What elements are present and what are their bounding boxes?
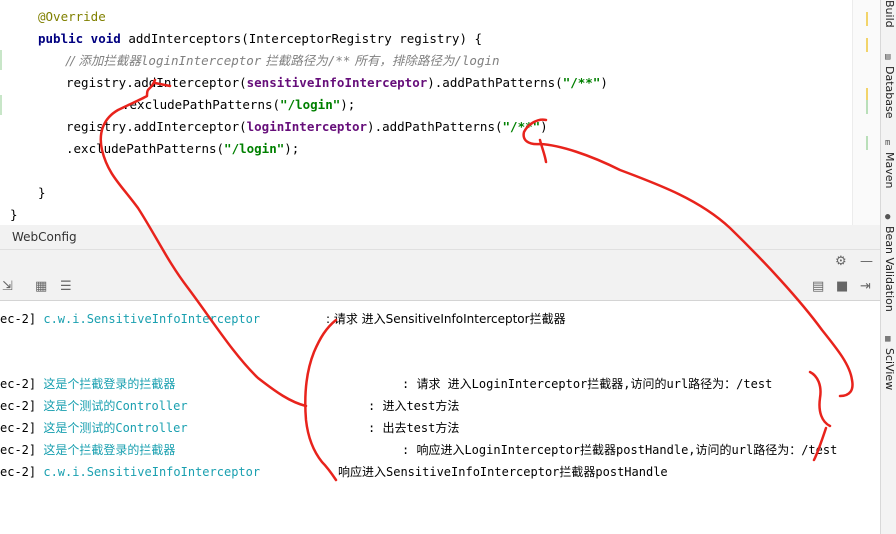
console-output[interactable]: ec-2] c.w.i.SensitiveInfoInterceptor : 请… — [0, 301, 880, 534]
minimize-icon[interactable]: — — [860, 252, 873, 272]
log-message: : 响应进入LoginInterceptor拦截器postHandle,访问的u… — [402, 443, 838, 457]
field-sensitive-info-interceptor: sensitiveInfoInterceptor — [246, 75, 428, 90]
change-marker — [0, 50, 2, 70]
closing-brace: } — [38, 185, 46, 200]
log-message: : 请求 进入SensitiveInfoInterceptor拦截器 — [326, 312, 566, 326]
string-literal: "/**" — [562, 75, 601, 90]
comment-text: 所有，排除路径为 — [350, 53, 455, 68]
log-prefix: ec-2] — [0, 465, 37, 479]
warning-marker[interactable] — [866, 12, 868, 26]
log-prefix: ec-2] — [0, 312, 37, 326]
log-prefix: ec-2] — [0, 421, 37, 435]
tool-window-sciview[interactable]: SciView — [880, 348, 896, 390]
code-line-override: @Override — [38, 7, 106, 27]
tool-window-database[interactable]: Database — [880, 66, 896, 119]
code-line-signature: public void addInterceptors(InterceptorR… — [38, 29, 482, 49]
code-line-login-add: registry.addInterceptor(loginInterceptor… — [66, 117, 548, 137]
log-line: ec-2] c.w.i.SensitiveInfoInterceptor — [0, 464, 260, 480]
log-source: 这是个拦截登录的拦截器 — [43, 443, 176, 457]
code-line-comment: // 添加拦截器loginInterceptor 拦截路径为/** 所有，排除路… — [66, 51, 500, 71]
log-message: : 出去test方法 — [368, 421, 460, 435]
log-line: ec-2] c.w.i.SensitiveInfoInterceptor — [0, 311, 260, 327]
code-editor[interactable]: @Override public void addInterceptors(In… — [0, 0, 852, 225]
log-source: 这是个拦截登录的拦截器 — [43, 377, 176, 391]
code-text: ); — [340, 97, 356, 112]
code-text: .excludePathPatterns( — [66, 141, 225, 156]
change-marker — [0, 95, 2, 115]
tool-window-build[interactable]: Build — [880, 0, 896, 28]
maven-icon: m — [885, 138, 891, 148]
code-line-sensitive-exclude: .excludePathPatterns("/login"); — [122, 95, 355, 115]
comment-text: 拦截路径为 — [261, 53, 328, 68]
log-prefix: ec-2] — [0, 443, 37, 457]
log-source: 这是个测试的Controller — [43, 399, 188, 413]
database-icon: ▤ — [885, 52, 891, 62]
code-text: ).addPathPatterns( — [427, 75, 563, 90]
log-line: ec-2] 这是个测试的Controller — [0, 420, 188, 436]
sciview-icon: ▦ — [885, 334, 891, 344]
layout-icon[interactable]: ☰ — [60, 277, 72, 297]
clear-icon[interactable]: ■ — [836, 277, 848, 297]
comment-text: /login — [454, 53, 500, 68]
log-message: : 进入test方法 — [368, 399, 460, 413]
code-text: registry.addInterceptor( — [66, 75, 247, 90]
keyword-public-void: public void — [38, 31, 121, 46]
log-source: c.w.i.SensitiveInfoInterceptor — [43, 465, 261, 479]
tool-window-maven[interactable]: Maven — [880, 152, 896, 188]
bean-validation-icon: ● — [885, 212, 891, 222]
scroll-to-end-icon[interactable]: ⇲ — [2, 277, 13, 297]
string-literal: "/login" — [224, 141, 285, 156]
tool-window-bean-validation[interactable]: Bean Validation — [880, 226, 896, 312]
comment-text: loginInterceptor — [140, 53, 262, 68]
run-panel-header: ⚙ — — [0, 250, 880, 274]
code-text: ) — [600, 75, 608, 90]
code-text: .excludePathPatterns( — [122, 97, 281, 112]
code-text: ).addPathPatterns( — [367, 119, 503, 134]
run-panel-toolbar: ⇲ ▦ ☰ ▤ ■ ⇥ — [0, 274, 880, 301]
code-text: ) — [540, 119, 548, 134]
log-line: ec-2] 这是个拦截登录的拦截器 — [0, 442, 175, 458]
field-login-interceptor: loginInterceptor — [246, 119, 368, 134]
warning-marker[interactable] — [866, 38, 868, 52]
change-marker[interactable] — [866, 100, 868, 114]
code-line-login-exclude: .excludePathPatterns("/login"); — [66, 139, 299, 159]
log-message: 响应进入SensitiveInfoInterceptor拦截器postHandl… — [338, 465, 668, 479]
code-text: registry.addInterceptor( — [66, 119, 247, 134]
code-line-sensitive-add: registry.addInterceptor(sensitiveInfoInt… — [66, 73, 608, 93]
annotation-override: @Override — [38, 9, 106, 24]
comment-text: /** — [327, 53, 351, 68]
log-message: : 请求 进入LoginInterceptor拦截器,访问的url路径为：/te… — [402, 377, 773, 391]
log-source: c.w.i.SensitiveInfoInterceptor — [43, 312, 261, 326]
method-signature: addInterceptors(InterceptorRegistry regi… — [120, 31, 483, 46]
string-literal: "/**" — [502, 119, 541, 134]
comment-text: // 添加拦截器 — [66, 53, 141, 68]
print-icon[interactable]: ▦ — [35, 277, 47, 297]
log-prefix: ec-2] — [0, 377, 37, 391]
log-line: ec-2] 这是个拦截登录的拦截器 — [0, 376, 175, 392]
log-prefix: ec-2] — [0, 399, 37, 413]
soft-wrap-icon[interactable]: ⇥ — [860, 277, 871, 297]
file-tab-webconfig[interactable]: WebConfig — [12, 225, 77, 249]
breadcrumb-bar: WebConfig — [0, 225, 880, 250]
code-text: ); — [284, 141, 300, 156]
gear-icon[interactable]: ⚙ — [835, 252, 847, 272]
log-source: 这是个测试的Controller — [43, 421, 188, 435]
log-line: ec-2] 这是个测试的Controller — [0, 398, 188, 414]
change-marker[interactable] — [866, 136, 868, 150]
closing-brace: } — [10, 207, 18, 222]
filter-icon[interactable]: ▤ — [812, 277, 824, 297]
string-literal: "/login" — [280, 97, 341, 112]
